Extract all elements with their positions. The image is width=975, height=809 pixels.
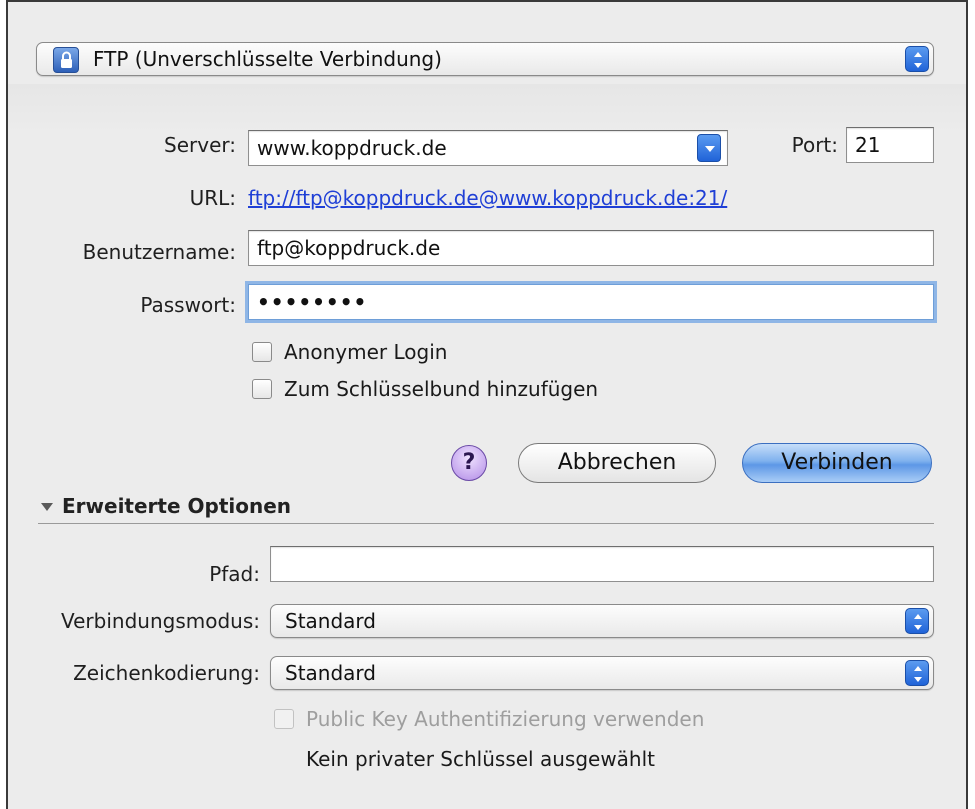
connection-type-value: FTP (Unverschlüsselte Verbindung)	[93, 47, 442, 71]
popup-stepper-icon	[905, 46, 929, 72]
connect-button[interactable]: Verbinden	[742, 443, 932, 483]
username-input[interactable]: ftp@koppdruck.de	[248, 230, 934, 266]
server-label: Server:	[164, 133, 236, 157]
password-label: Passwort:	[140, 293, 236, 317]
username-value: ftp@koppdruck.de	[257, 236, 441, 260]
encoding-value: Standard	[285, 661, 376, 685]
connection-dialog: FTP (Unverschlüsselte Verbindung) Server…	[6, 0, 968, 809]
public-key-checkbox[interactable]	[274, 709, 294, 729]
url-link[interactable]: ftp://ftp@koppdruck.de@www.koppdruck.de:…	[248, 186, 727, 210]
port-input[interactable]: 21	[846, 127, 934, 163]
no-private-key-text: Kein privater Schlüssel ausgewählt	[306, 747, 656, 771]
popup-stepper-icon	[905, 660, 929, 686]
anonymous-login-checkbox[interactable]	[252, 342, 272, 362]
lock-icon	[53, 47, 79, 73]
keychain-label: Zum Schlüsselbund hinzufügen	[284, 377, 599, 401]
encoding-popup[interactable]: Standard	[270, 656, 934, 690]
section-divider	[38, 523, 934, 524]
server-combobox[interactable]: www.koppdruck.de	[248, 130, 728, 166]
connection-mode-popup[interactable]: Standard	[270, 604, 934, 638]
popup-stepper-icon	[905, 608, 929, 634]
anonymous-login-label: Anonymer Login	[284, 340, 448, 364]
connection-mode-label: Verbindungsmodus:	[61, 609, 260, 633]
keychain-checkbox[interactable]	[252, 379, 272, 399]
password-input[interactable]: ••••••••	[248, 284, 934, 320]
port-label: Port:	[791, 133, 838, 157]
port-value: 21	[855, 133, 881, 157]
path-input[interactable]	[270, 546, 934, 582]
connection-type-popup[interactable]: FTP (Unverschlüsselte Verbindung)	[36, 42, 934, 76]
help-button[interactable]: ?	[451, 445, 487, 481]
username-label: Benutzername:	[82, 240, 236, 264]
disclosure-triangle-icon[interactable]	[40, 499, 54, 518]
connection-mode-value: Standard	[285, 609, 376, 633]
background-strip	[8, 84, 966, 134]
server-value: www.koppdruck.de	[257, 136, 447, 160]
cancel-button[interactable]: Abbrechen	[518, 443, 716, 483]
advanced-options-title[interactable]: Erweiterte Optionen	[62, 494, 291, 518]
path-label: Pfad:	[209, 562, 260, 586]
encoding-label: Zeichenkodierung:	[73, 661, 260, 685]
server-dropdown-icon[interactable]	[697, 134, 721, 162]
password-value: ••••••••	[257, 290, 368, 314]
url-label: URL:	[189, 186, 236, 210]
public-key-label: Public Key Authentifizierung verwenden	[306, 707, 705, 731]
